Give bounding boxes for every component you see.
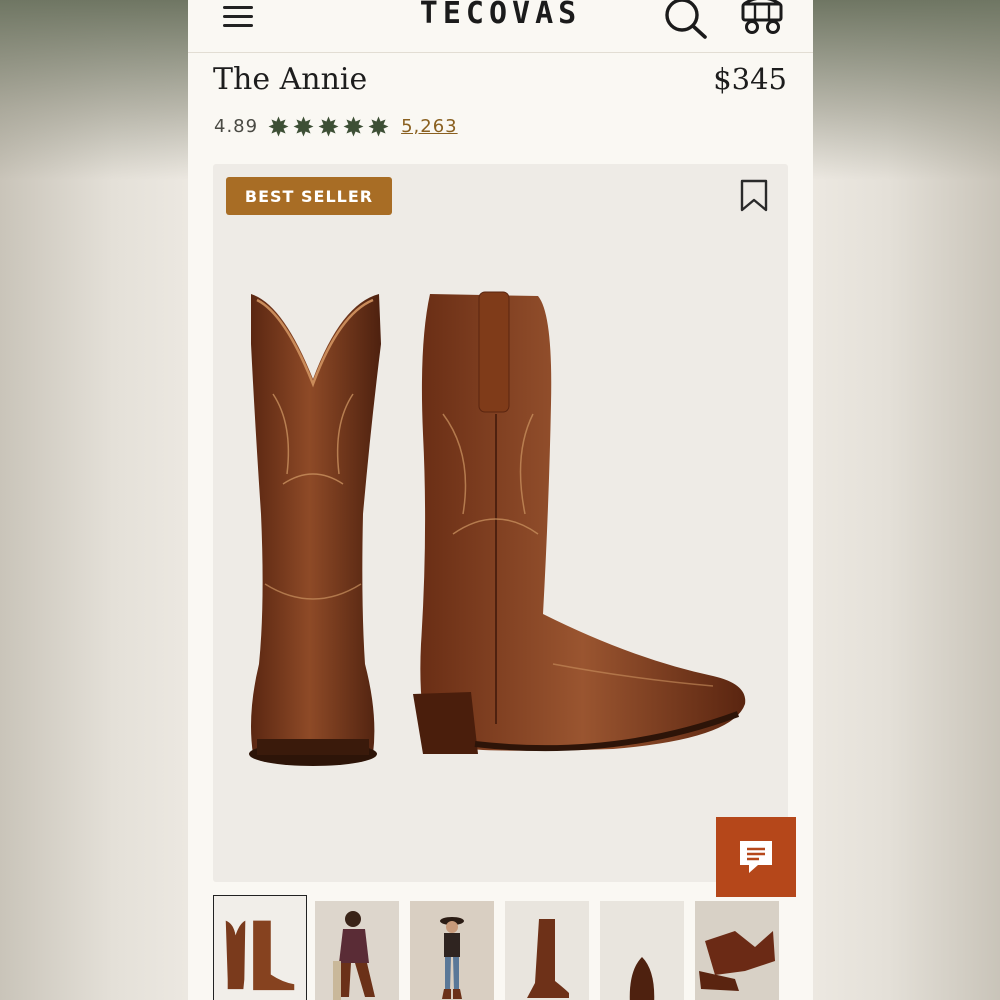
search-icon: [665, 0, 707, 39]
star-icon: [318, 116, 339, 136]
star-icon: [293, 116, 314, 136]
chat-icon: [740, 841, 772, 873]
thumbnail-woman-seated[interactable]: [315, 901, 399, 1000]
rating-summary: 4.89 5,263: [214, 114, 458, 138]
thumbnail-boots-pair[interactable]: [213, 895, 307, 1000]
rating-value: 4.89: [214, 115, 259, 137]
thumbnail-image: [527, 919, 569, 998]
thumbnail-image: [225, 920, 295, 991]
star-icon: [343, 116, 364, 136]
reviews-link[interactable]: 5,263: [401, 116, 458, 137]
site-header: TECOVAS: [188, 0, 813, 53]
product-title: The Annie: [213, 62, 368, 97]
thumbnail-single-boot[interactable]: [505, 901, 589, 1000]
thumbnail-image: [410, 901, 494, 1000]
save-to-wishlist-button[interactable]: [739, 179, 769, 213]
thumbnail-boot-toe[interactable]: [600, 901, 684, 1000]
cart-wagon-icon: [741, 0, 783, 34]
thumbnail-boots-detail[interactable]: [695, 901, 779, 1000]
star-icon: [268, 116, 289, 136]
rating-stars: [268, 116, 389, 137]
background-right: [813, 0, 1000, 1000]
star-icon: [368, 116, 389, 136]
bookmark-icon: [740, 179, 768, 212]
thumbnail-strip: [213, 895, 813, 1000]
chat-button[interactable]: [716, 817, 796, 897]
search-button[interactable]: [663, 0, 709, 40]
thumbnail-woman-standing[interactable]: [410, 901, 494, 1000]
background-left: [0, 0, 188, 1000]
thumbnail-image: [629, 957, 655, 1000]
cart-button[interactable]: [738, 0, 786, 38]
product-image-boots: [249, 291, 746, 766]
product-page: TECOVAS The Annie $345 4.89 5,263 BEST S…: [188, 0, 813, 1000]
thumbnail-image: [695, 901, 779, 1000]
thumbnail-image: [315, 901, 399, 1000]
brand-logo[interactable]: TECOVAS: [188, 0, 813, 31]
product-image-gallery[interactable]: BEST SELLER: [213, 164, 788, 882]
best-seller-badge: BEST SELLER: [226, 177, 392, 215]
product-price: $345: [713, 62, 787, 96]
